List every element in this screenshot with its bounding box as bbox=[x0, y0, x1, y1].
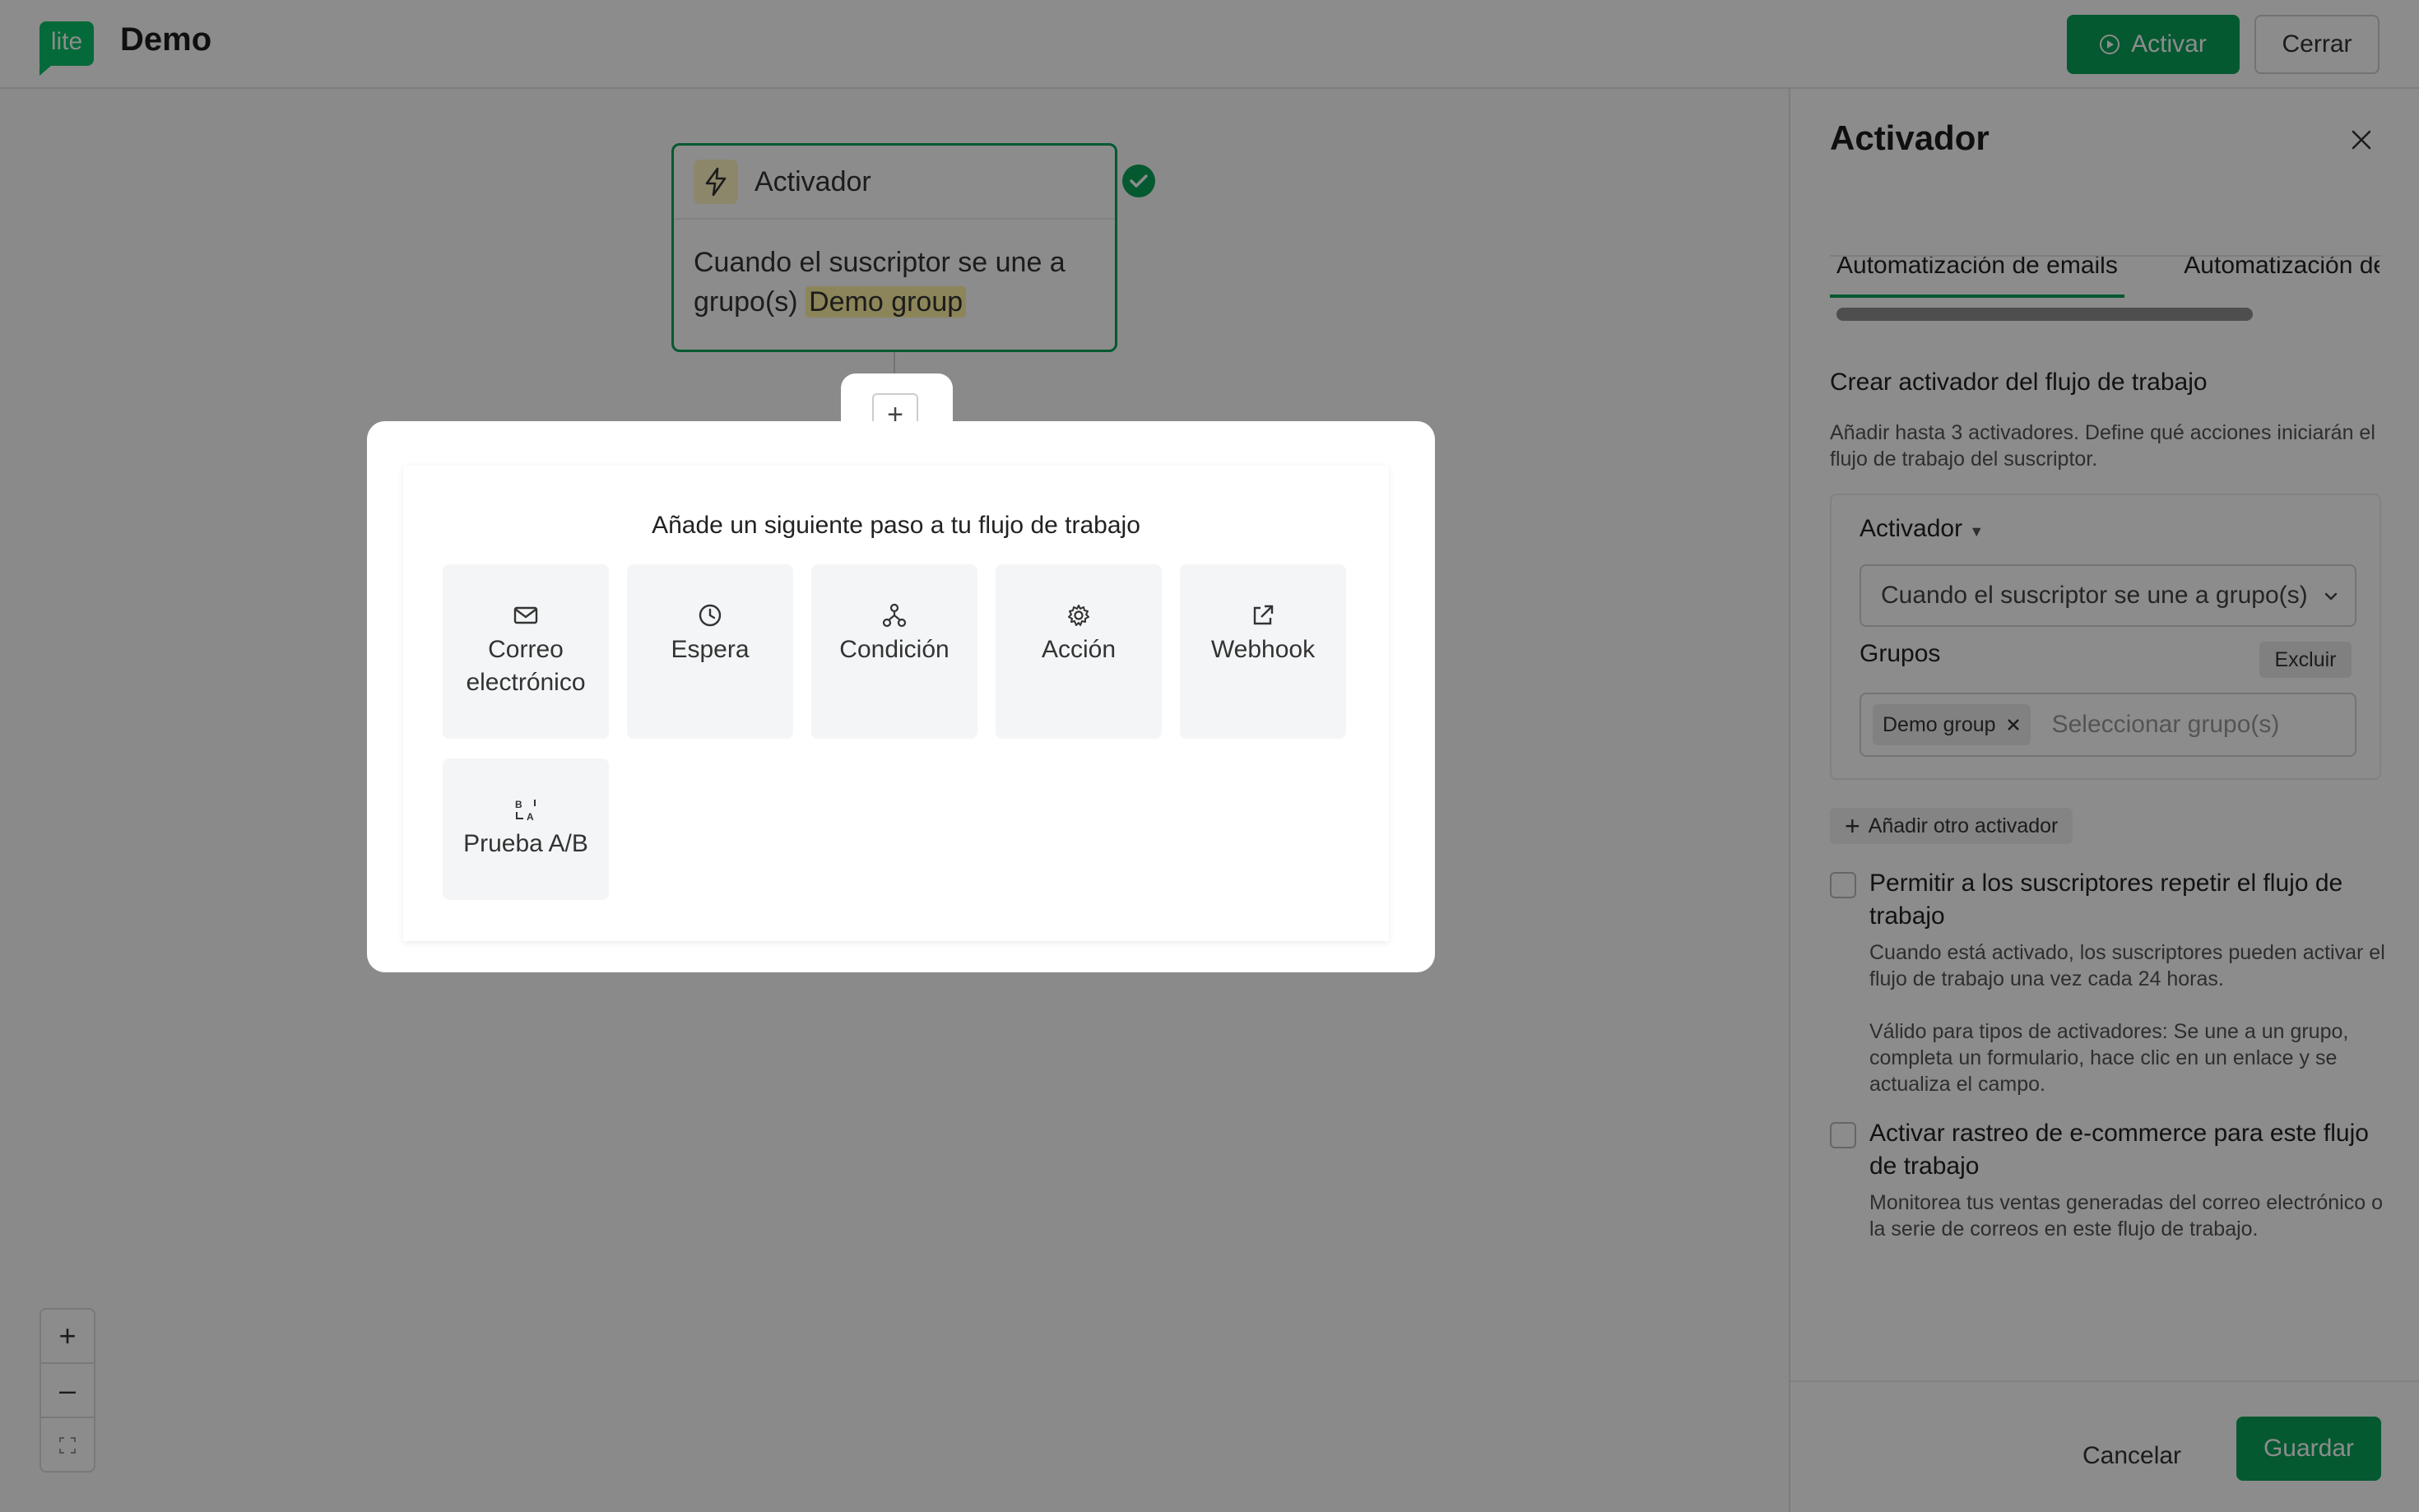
step-condition[interactable]: Condición bbox=[811, 564, 977, 739]
trigger-config-box: Activador ▼ Cuando el suscriptor se une … bbox=[1830, 494, 2381, 780]
step-webhook[interactable]: Webhook bbox=[1180, 564, 1346, 739]
step-ab-test[interactable]: BA Prueba A/B bbox=[443, 758, 609, 900]
play-circle-icon bbox=[2100, 35, 2120, 54]
activate-button-label: Activar bbox=[2131, 30, 2207, 58]
add-trigger-label: Añadir otro activador bbox=[1868, 814, 2059, 837]
repeat-option-title: Permitir a los suscriptores repetir el f… bbox=[1869, 870, 2343, 930]
save-button[interactable]: Guardar bbox=[2236, 1417, 2381, 1481]
popup-title: Añade un siguiente paso a tu flujo de tr… bbox=[652, 512, 1140, 539]
gear-icon bbox=[1066, 602, 1091, 628]
mail-icon bbox=[513, 602, 538, 628]
close-button[interactable]: Cerrar bbox=[2254, 15, 2380, 74]
trigger-type-select[interactable]: Cuando el suscriptor se une a grupo(s) bbox=[1860, 564, 2356, 627]
add-trigger-button[interactable]: + Añadir otro activador bbox=[1830, 808, 2073, 844]
next-step-dialog: Añade un siguiente paso a tu flujo de tr… bbox=[403, 466, 1389, 941]
trigger-field-label-text: Activador bbox=[1860, 515, 1963, 542]
trigger-node-group: Demo group bbox=[806, 286, 967, 318]
repeat-option-note: Válido para tipos de activadores: Se une… bbox=[1869, 1020, 2349, 1096]
trigger-node-title: Activador bbox=[754, 165, 871, 197]
group-chip: Demo group bbox=[1873, 704, 2031, 745]
plus-icon: + bbox=[1845, 811, 1860, 841]
ecommerce-option-desc: Monitorea tus ventas generadas del corre… bbox=[1869, 1191, 2383, 1241]
step-email[interactable]: Correo electrónico bbox=[443, 564, 609, 739]
caret-down-icon: ▼ bbox=[1969, 523, 1985, 540]
panel-title: Activador bbox=[1830, 118, 1990, 157]
next-step-popup: Añade un siguiente paso a tu flujo de tr… bbox=[367, 421, 1435, 972]
step-webhook-label: Webhook bbox=[1210, 636, 1316, 663]
activate-button[interactable]: Activar bbox=[2067, 15, 2240, 74]
trigger-node[interactable]: Activador Cuando el suscriptor se une a … bbox=[671, 143, 1117, 352]
trigger-field-label: Activador ▼ bbox=[1860, 515, 1984, 543]
trigger-node-description: Cuando el suscriptor se une a grupo(s) D… bbox=[674, 220, 1115, 345]
svg-text:A: A bbox=[527, 811, 534, 822]
repeat-option: Permitir a los suscriptores repetir el f… bbox=[1830, 867, 2389, 1114]
ab-test-icon: BA bbox=[513, 796, 538, 823]
group-chip-label: Demo group bbox=[1883, 712, 1996, 736]
fit-view-icon[interactable] bbox=[41, 1418, 94, 1471]
trigger-settings-panel: Activador Automatización de emails Autom… bbox=[1789, 89, 2419, 1512]
check-icon bbox=[1122, 165, 1155, 197]
clock-icon bbox=[698, 602, 722, 628]
ecommerce-checkbox[interactable] bbox=[1830, 1122, 1856, 1148]
step-email-label: Correo electrónico bbox=[466, 636, 586, 696]
zoom-in-button[interactable]: + bbox=[41, 1310, 94, 1364]
lightning-icon bbox=[694, 160, 738, 204]
groups-select[interactable]: Demo group Seleccionar grupo(s) bbox=[1860, 693, 2356, 757]
tab-scrollbar[interactable] bbox=[1830, 240, 2381, 257]
ecommerce-option: Activar rastreo de e-commerce para este … bbox=[1830, 1117, 2389, 1282]
ecommerce-option-title: Activar rastreo de e-commerce para este … bbox=[1869, 1120, 2369, 1180]
step-action-label: Acción bbox=[1041, 636, 1117, 663]
trigger-type-value: Cuando el suscriptor se une a grupo(s) bbox=[1881, 582, 2308, 609]
workflow-title: Demo bbox=[120, 21, 212, 58]
repeat-checkbox[interactable] bbox=[1830, 872, 1856, 898]
branch-icon bbox=[882, 602, 907, 628]
panel-footer: Cancelar Guardar bbox=[1790, 1380, 2419, 1512]
top-bar: lite Demo Activar Cerrar bbox=[0, 0, 2419, 89]
step-condition-label: Condición bbox=[839, 636, 949, 663]
chevron-down-icon bbox=[2320, 586, 2342, 607]
remove-chip-icon[interactable] bbox=[2006, 717, 2021, 732]
step-wait[interactable]: Espera bbox=[627, 564, 793, 739]
svg-text:B: B bbox=[515, 799, 522, 810]
section-title: Crear activador del flujo de trabajo bbox=[1830, 369, 2208, 396]
section-description: Añadir hasta 3 activadores. Define qué a… bbox=[1830, 421, 2375, 471]
exclude-button[interactable]: Excluir bbox=[2259, 642, 2352, 678]
tab-scrollbar-thumb[interactable] bbox=[1836, 308, 2253, 321]
step-wait-label: Espera bbox=[671, 636, 750, 663]
external-link-icon bbox=[1251, 602, 1275, 628]
groups-placeholder: Seleccionar grupo(s) bbox=[2051, 711, 2280, 738]
step-ab-test-label: Prueba A/B bbox=[463, 830, 588, 857]
cancel-button[interactable]: Cancelar bbox=[2070, 1425, 2194, 1487]
step-action[interactable]: Acción bbox=[996, 564, 1162, 739]
repeat-option-desc: Cuando está activado, los suscriptores p… bbox=[1869, 941, 2385, 990]
groups-label: Grupos bbox=[1860, 640, 1941, 667]
zoom-out-button[interactable]: – bbox=[41, 1364, 94, 1418]
close-icon[interactable] bbox=[2348, 127, 2375, 153]
app-logo: lite bbox=[39, 21, 94, 76]
zoom-controls: + – bbox=[39, 1308, 95, 1473]
